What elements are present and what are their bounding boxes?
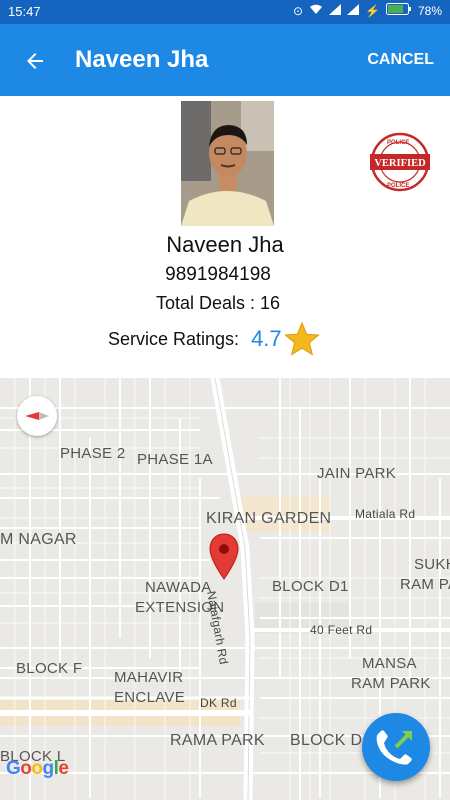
- map-label: RAM PARK: [351, 675, 431, 692]
- map-label: RAMA PARK: [170, 732, 265, 749]
- profile-photo: [181, 101, 274, 226]
- map-label: BLOCK F: [16, 660, 83, 677]
- arrow-left-icon: [27, 53, 43, 69]
- map-label: KIRAN GARDEN: [206, 510, 332, 527]
- badge-text: VERIFIED: [374, 158, 426, 169]
- map-label: BLOCK D1: [272, 578, 349, 595]
- compass-icon: [25, 412, 49, 420]
- battery-percent: 78%: [417, 3, 442, 18]
- service-rating: Service Ratings: 4.7: [108, 322, 320, 356]
- battery-icon: [385, 3, 412, 18]
- profile-phone[interactable]: 9891984198: [0, 264, 436, 286]
- police-verified-stamp: POLICE POLICE VERIFIED: [369, 132, 431, 192]
- map-label: DK Rd: [200, 696, 237, 710]
- map-label: BLOCK D: [290, 732, 363, 749]
- rating-value: 4.7: [251, 326, 282, 351]
- app-bar: Naveen Jha CANCEL: [0, 24, 450, 96]
- map-label: RAM PA: [400, 576, 450, 593]
- map-label: PHASE 2: [60, 445, 126, 462]
- rating-label: Service Ratings:: [108, 328, 240, 349]
- badge-ring-bottom: POLICE: [387, 183, 409, 189]
- map-pin-icon: [209, 533, 239, 580]
- google-letter: g: [42, 758, 55, 779]
- charging-icon: ⚡: [365, 3, 380, 18]
- map-label: ENCLAVE: [114, 689, 186, 706]
- badge-ring-top: POLICE: [387, 140, 409, 146]
- signal-icon: [329, 3, 342, 18]
- map-label: 40 Feet Rd: [310, 623, 373, 637]
- signal-icon-2: [347, 3, 360, 18]
- profile-card: POLICE POLICE VERIFIED Naveen Jha 989198…: [0, 96, 450, 356]
- map-label: PHASE 1A: [137, 451, 213, 468]
- call-button[interactable]: [362, 713, 430, 781]
- alarm-icon: ⊙: [292, 3, 304, 18]
- google-letter: o: [20, 758, 32, 779]
- page-title: Naveen Jha: [75, 46, 209, 73]
- back-button[interactable]: [18, 44, 52, 78]
- status-bar: 15:47 ⊙ ⚡ 78%: [0, 0, 450, 24]
- map-label: SUKH: [414, 556, 450, 573]
- status-time: 15:47: [8, 4, 41, 19]
- cancel-button[interactable]: CANCEL: [367, 51, 434, 69]
- map-label: M NAGAR: [0, 531, 77, 548]
- star-icon: [283, 322, 320, 356]
- map-label: NAWADA: [145, 579, 212, 596]
- map-label: Matiala Rd: [355, 507, 416, 521]
- profile-name: Naveen Jha: [166, 232, 284, 257]
- map-label: JAIN PARK: [317, 465, 397, 482]
- google-letter: e: [58, 758, 69, 779]
- total-deals: Total Deals : 16: [155, 293, 281, 313]
- google-logo: Google: [6, 758, 69, 780]
- map-label: MANSA: [362, 655, 417, 672]
- google-letter: o: [31, 758, 43, 779]
- wifi-icon: [309, 3, 323, 18]
- map-label: MAHAVIR: [114, 669, 184, 686]
- map-view[interactable]: PHASE 2 PHASE 1A JAIN PARK KIRAN GARDEN …: [0, 378, 450, 800]
- status-icons: ⊙ ⚡ 78%: [293, 3, 442, 18]
- google-letter: G: [6, 758, 21, 779]
- call-transfer-icon: [376, 730, 412, 765]
- compass-button[interactable]: [17, 396, 57, 436]
